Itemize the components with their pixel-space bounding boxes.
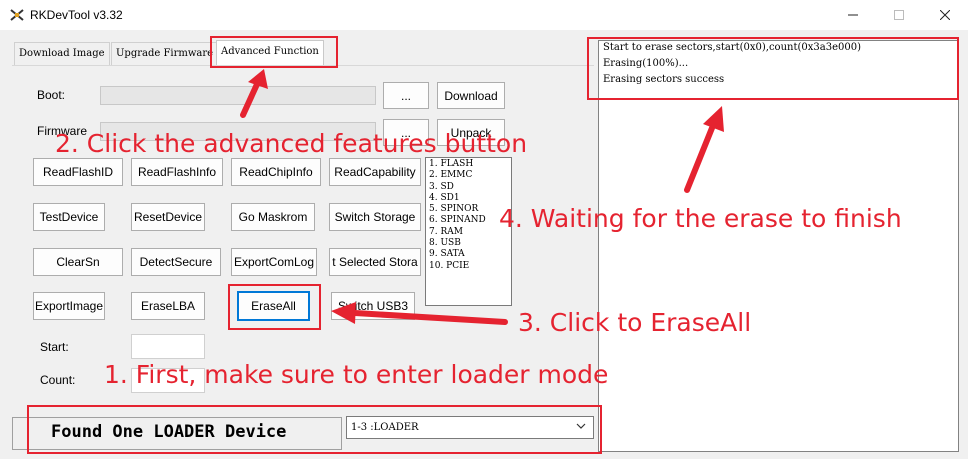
export-image-button[interactable]: ExportImage: [33, 292, 105, 320]
annotation-step4: 4. Waiting for the erase to finish: [499, 204, 902, 233]
read-flash-id-button[interactable]: ReadFlashID: [33, 158, 123, 186]
boot-path-field[interactable]: [100, 86, 376, 105]
go-maskrom-button[interactable]: Go Maskrom: [231, 203, 315, 231]
start-label: Start:: [40, 340, 69, 354]
reset-device-button[interactable]: ResetDevice: [131, 203, 205, 231]
list-item[interactable]: 5. SPINOR: [429, 204, 508, 215]
rk-tool-icon: [10, 9, 24, 21]
log-line: Start to erase sectors,start(0x0),count(…: [603, 42, 861, 53]
read-chip-info-button[interactable]: ReadChipInfo: [231, 158, 321, 186]
log-line: Erasing sectors success: [603, 74, 725, 85]
start-input[interactable]: [131, 334, 205, 359]
maximize-icon: [894, 10, 904, 20]
tab-upgrade-firmware[interactable]: Upgrade Firmware: [111, 42, 219, 66]
list-item[interactable]: 6. SPINAND: [429, 215, 508, 226]
list-item[interactable]: 7. RAM: [429, 227, 508, 238]
minimize-icon: [848, 14, 858, 16]
list-item[interactable]: 9. SATA: [429, 249, 508, 260]
annotation-step1: 1. First, make sure to enter loader mode: [104, 360, 609, 389]
chevron-down-icon: [576, 423, 586, 429]
download-button[interactable]: Download: [437, 82, 505, 109]
switch-usb3-button[interactable]: Switch USB3: [331, 292, 415, 320]
log-line: Erasing(100%)...: [603, 58, 689, 69]
list-item[interactable]: 4. SD1: [429, 193, 508, 204]
list-item[interactable]: 2. EMMC: [429, 170, 508, 181]
export-com-log-button[interactable]: ExportComLog: [231, 248, 317, 276]
read-capability-button[interactable]: ReadCapability: [329, 158, 421, 186]
test-device-button[interactable]: TestDevice: [33, 203, 105, 231]
boot-label: Boot:: [37, 88, 66, 102]
tab-download-image[interactable]: Download Image: [14, 42, 110, 66]
maximize-button[interactable]: [876, 0, 922, 30]
read-flash-info-button[interactable]: ReadFlashInfo: [131, 158, 223, 186]
minimize-button[interactable]: [830, 0, 876, 30]
close-icon: [940, 10, 950, 20]
annotation-step2: 2. Click the advanced features button: [55, 129, 528, 158]
list-item[interactable]: 8. USB: [429, 238, 508, 249]
switch-storage-button[interactable]: Switch Storage: [329, 203, 421, 231]
detect-secure-button[interactable]: DetectSecure: [131, 248, 221, 276]
tab-advanced-function[interactable]: Advanced Function: [216, 40, 324, 66]
clear-sn-button[interactable]: ClearSn: [33, 248, 123, 276]
boot-browse-button[interactable]: ...: [383, 82, 429, 109]
status-text: Found One LOADER Device: [51, 422, 287, 442]
device-select[interactable]: 1-3 :LOADER: [346, 416, 594, 439]
annotation-step3: 3. Click to EraseAll: [518, 308, 752, 337]
window-title: RKDevTool v3.32: [30, 8, 123, 22]
list-item[interactable]: 10. PCIE: [429, 261, 508, 272]
list-item[interactable]: 3. SD: [429, 182, 508, 193]
erase-all-button[interactable]: EraseAll: [237, 291, 310, 321]
erase-lba-button[interactable]: EraseLBA: [131, 292, 205, 320]
log-output[interactable]: [598, 40, 959, 452]
close-button[interactable]: [922, 0, 968, 30]
export-selected-storage-button[interactable]: t Selected Stora: [329, 248, 421, 276]
title-bar: RKDevTool v3.32: [0, 0, 968, 30]
count-label: Count:: [40, 373, 76, 387]
device-select-value: 1-3 :LOADER: [351, 422, 419, 433]
list-item[interactable]: 1. FLASH: [429, 159, 508, 170]
